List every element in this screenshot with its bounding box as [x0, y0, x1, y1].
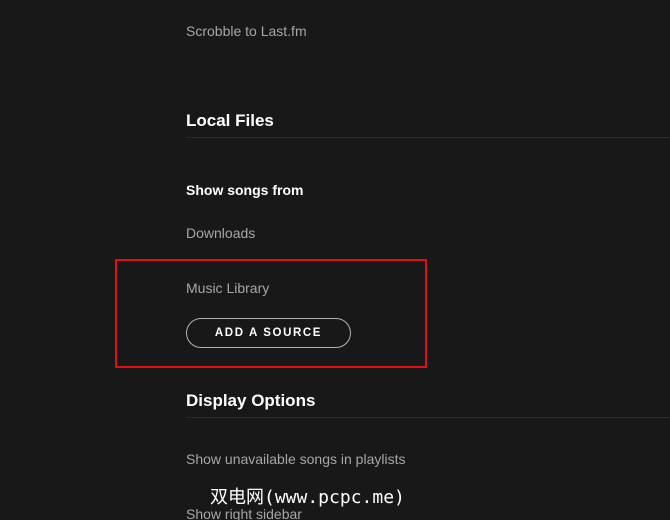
section-divider	[186, 137, 670, 138]
settings-content: Scrobble to Last.fm Local Files Show son…	[186, 0, 670, 520]
source-music-library[interactable]: Music Library	[186, 280, 269, 296]
display-options-heading: Display Options	[186, 391, 316, 410]
add-source-button[interactable]: ADD A SOURCE	[186, 318, 351, 348]
watermark-text: 双电网(www.pcpc.me)	[210, 487, 405, 508]
scrobble-lastfm-label: Scrobble to Last.fm	[186, 23, 307, 39]
section-divider	[186, 417, 670, 418]
show-songs-from-heading: Show songs from	[186, 182, 304, 198]
settings-page: Scrobble to Last.fm Local Files Show son…	[0, 0, 670, 520]
show-unavailable-songs-label: Show unavailable songs in playlists	[186, 451, 406, 467]
source-downloads[interactable]: Downloads	[186, 225, 255, 241]
local-files-heading: Local Files	[186, 111, 274, 130]
